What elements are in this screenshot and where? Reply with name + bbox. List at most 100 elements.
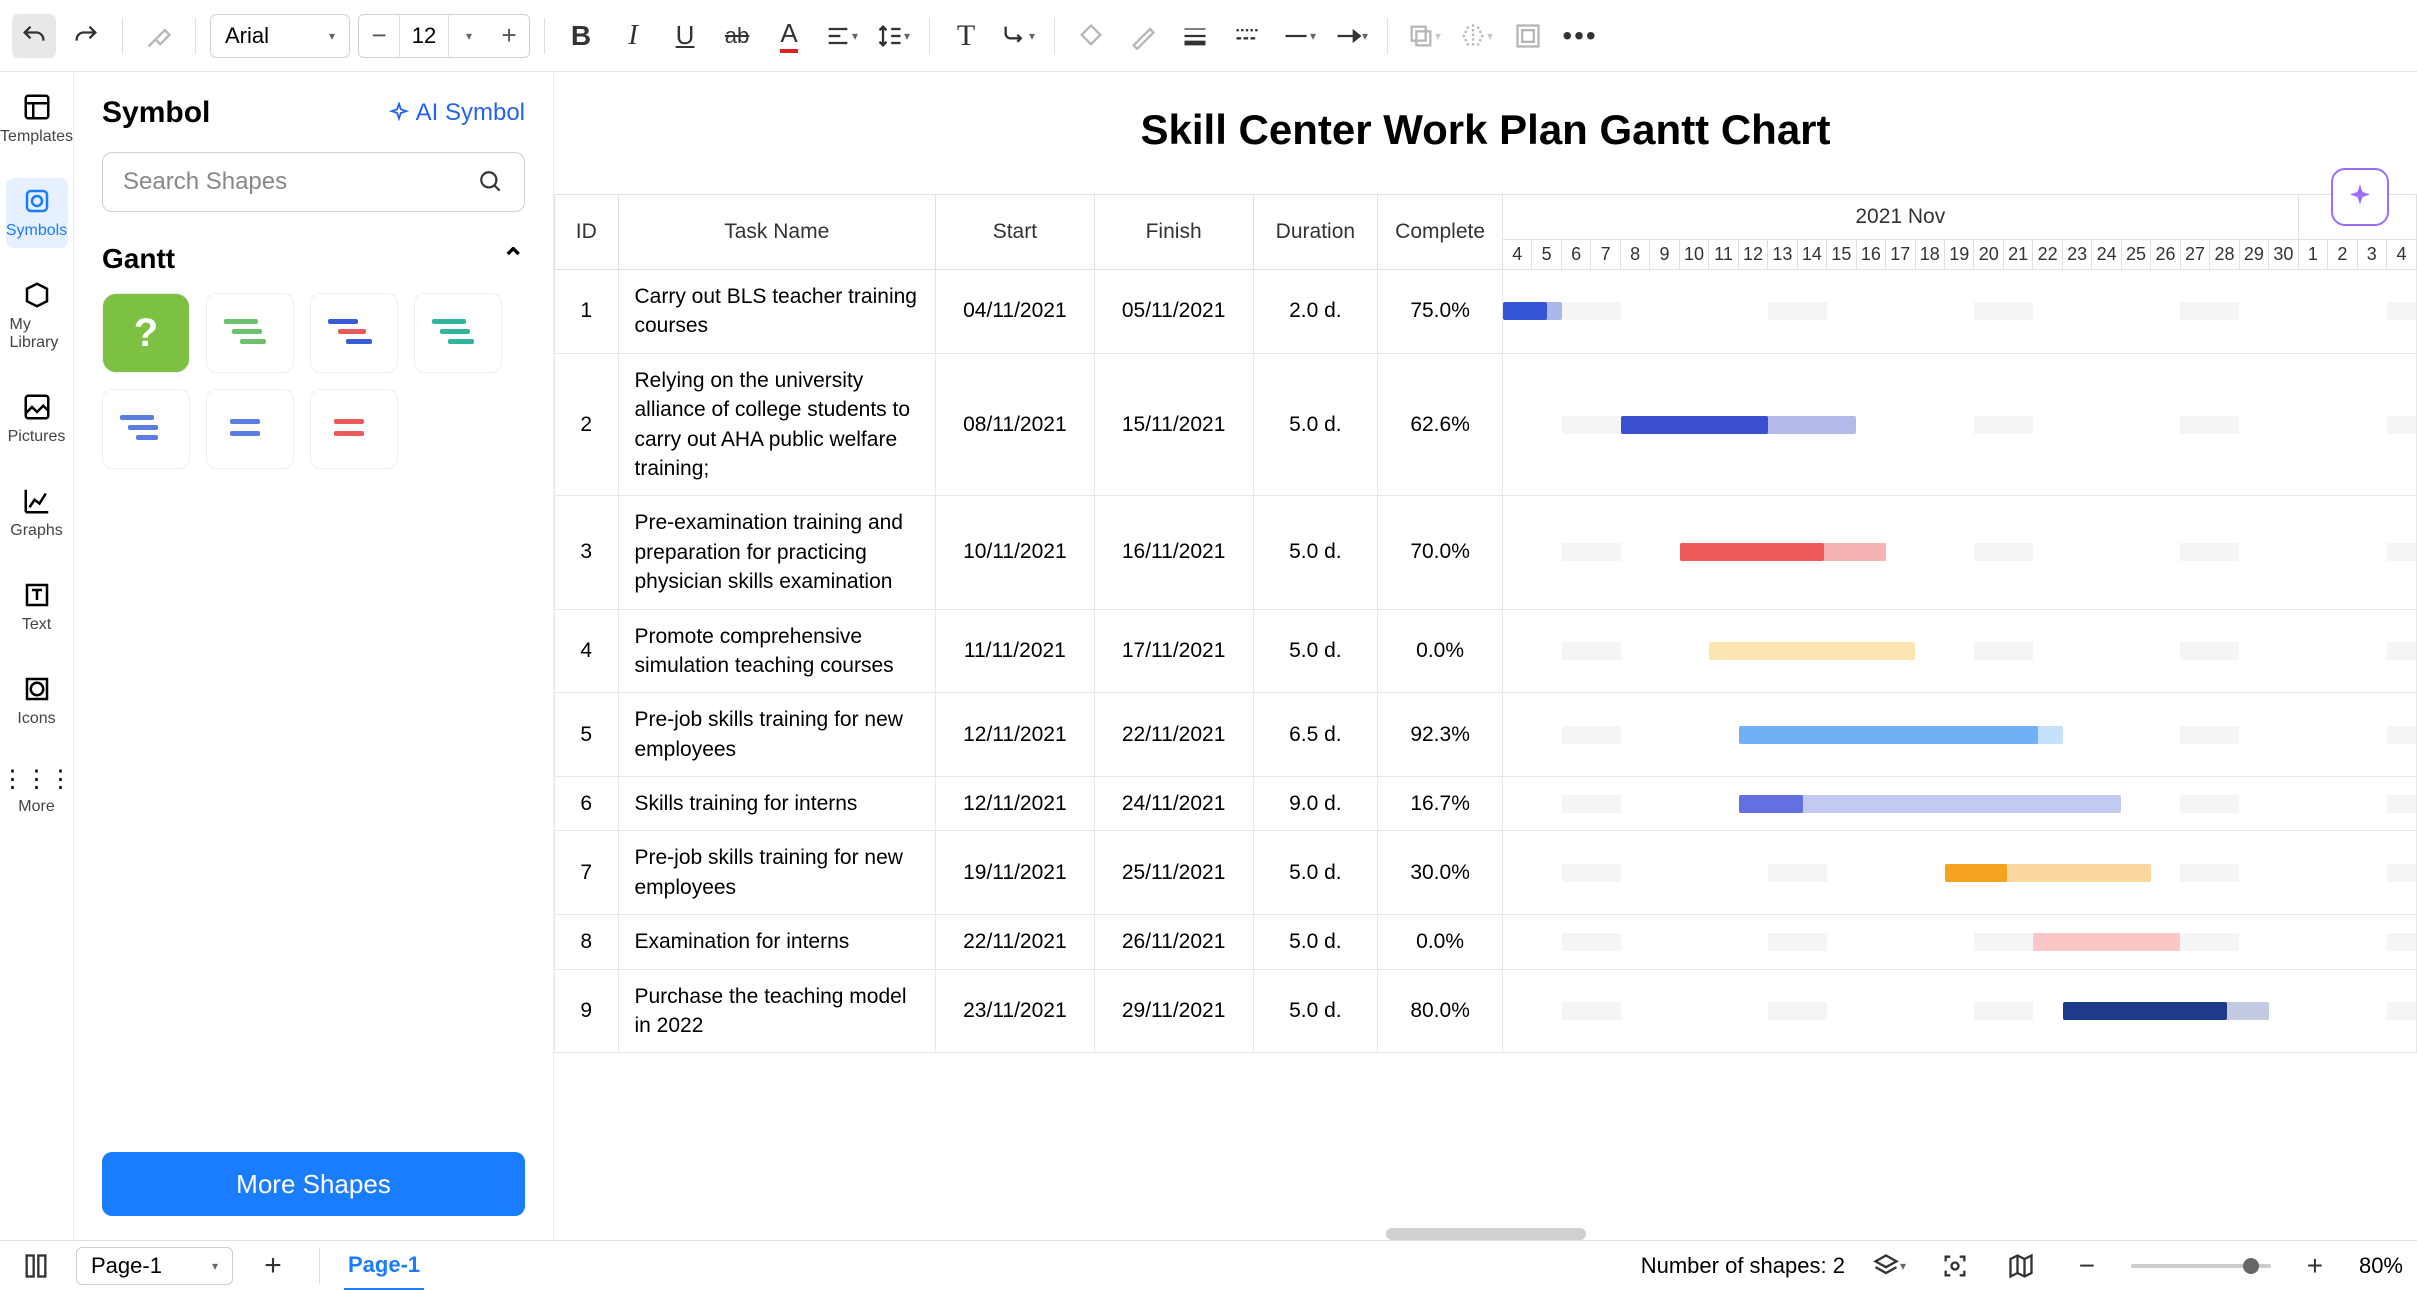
day-header: 1 — [2298, 240, 2327, 270]
gantt-bar[interactable] — [1945, 864, 2151, 882]
font-family-value: Arial — [225, 23, 269, 49]
gantt-bar[interactable] — [2063, 1002, 2269, 1020]
text-tool-button[interactable]: T — [944, 14, 988, 58]
cell-finish: 05/11/2021 — [1094, 270, 1253, 354]
gantt-bar[interactable] — [1739, 726, 2063, 744]
cell-task-name: Carry out BLS teacher training courses — [618, 270, 936, 354]
line-style-button[interactable]: ▾ — [1277, 14, 1321, 58]
line-spacing-button[interactable]: ▾ — [871, 14, 915, 58]
gantt-chart[interactable]: Skill Center Work Plan Gantt Chart ID Ta… — [554, 72, 2417, 1240]
cell-finish: 16/11/2021 — [1094, 496, 1253, 609]
section-header-gantt[interactable]: Gantt ⌃ — [102, 242, 525, 275]
gantt-bar[interactable] — [1621, 416, 1857, 434]
layer-button[interactable]: ▾ — [1402, 14, 1446, 58]
rail-library[interactable]: My Library — [6, 272, 68, 360]
rail-graphs[interactable]: Graphs — [6, 478, 68, 548]
fill-button[interactable] — [1069, 14, 1113, 58]
shape-tile-gantt-4[interactable] — [102, 389, 190, 469]
timeline-cell — [1502, 831, 2416, 915]
focus-button[interactable] — [1933, 1244, 1977, 1288]
zoom-out-button[interactable]: − — [2065, 1244, 2109, 1288]
shape-tile-gantt-6[interactable] — [310, 389, 398, 469]
canvas[interactable]: Skill Center Work Plan Gantt Chart ID Ta… — [554, 72, 2417, 1240]
rail-pictures[interactable]: Pictures — [6, 384, 68, 454]
day-header: 4 — [2387, 240, 2417, 270]
font-size-value[interactable]: 12 — [399, 15, 449, 57]
font-size-decrease[interactable]: − — [359, 15, 399, 57]
layers-button[interactable]: ▾ — [1867, 1244, 1911, 1288]
search-shapes-input[interactable]: Search Shapes — [102, 152, 525, 212]
cell-id: 1 — [555, 270, 619, 354]
more-shapes-button[interactable]: More Shapes — [102, 1152, 525, 1216]
day-header: 4 — [1502, 240, 1531, 270]
task-row[interactable]: 4 Promote comprehensive simulation teach… — [555, 609, 2417, 693]
more-options-button[interactable]: ••• — [1558, 14, 1602, 58]
task-row[interactable]: 5 Pre-job skills training for new employ… — [555, 693, 2417, 777]
day-header: 13 — [1768, 240, 1797, 270]
task-row[interactable]: 1 Carry out BLS teacher training courses… — [555, 270, 2417, 354]
cell-id: 4 — [555, 609, 619, 693]
day-header: 30 — [2269, 240, 2298, 270]
font-size-increase[interactable]: + — [489, 15, 529, 57]
rail-text[interactable]: Text — [6, 572, 68, 642]
rail-more[interactable]: ⋮⋮⋮More — [6, 760, 68, 824]
gantt-bar[interactable] — [1503, 302, 1562, 320]
shape-tile-gantt-3[interactable] — [414, 293, 502, 373]
shape-tile-gantt-2[interactable] — [310, 293, 398, 373]
zoom-in-button[interactable]: + — [2293, 1244, 2337, 1288]
zoom-slider[interactable] — [2131, 1264, 2271, 1268]
shape-tile-gantt-1[interactable] — [206, 293, 294, 373]
cell-task-name: Pre-job skills training for new employee… — [618, 693, 936, 777]
page-tab-1[interactable]: Page-1 — [344, 1242, 424, 1290]
task-row[interactable]: 8 Examination for interns 22/11/2021 26/… — [555, 915, 2417, 969]
cell-start: 22/11/2021 — [936, 915, 1095, 969]
shape-tile-help[interactable]: ? — [102, 293, 190, 373]
page-select[interactable]: Page-1 ▾ — [76, 1247, 233, 1285]
cell-start: 12/11/2021 — [936, 777, 1095, 831]
cell-complete: 70.0% — [1378, 496, 1503, 609]
italic-button[interactable]: I — [611, 14, 655, 58]
page-layout-button[interactable] — [14, 1244, 58, 1288]
day-header: 23 — [2062, 240, 2091, 270]
align-button[interactable]: ▾ — [819, 14, 863, 58]
rail-icons[interactable]: Icons — [6, 666, 68, 736]
horizontal-scrollbar[interactable] — [1386, 1228, 1586, 1240]
gantt-bar[interactable] — [1680, 543, 1886, 561]
dash-style-button[interactable] — [1225, 14, 1269, 58]
map-view-button[interactable] — [1999, 1244, 2043, 1288]
redo-button[interactable] — [64, 14, 108, 58]
font-color-button[interactable]: A — [767, 14, 811, 58]
font-size-dropdown[interactable]: ▾ — [449, 15, 489, 57]
day-header: 28 — [2210, 240, 2239, 270]
bold-button[interactable]: B — [559, 14, 603, 58]
group-button[interactable] — [1506, 14, 1550, 58]
strikethrough-button[interactable]: ab — [715, 14, 759, 58]
rail-templates[interactable]: Templates — [6, 84, 68, 154]
font-family-select[interactable]: Arial ▾ — [210, 14, 350, 58]
task-row[interactable]: 3 Pre-examination training and preparati… — [555, 496, 2417, 609]
ai-symbol-button[interactable]: AI Symbol — [388, 99, 525, 127]
stroke-color-button[interactable] — [1121, 14, 1165, 58]
arrow-style-button[interactable]: ▾ — [1329, 14, 1373, 58]
task-row[interactable]: 2 Relying on the university alliance of … — [555, 353, 2417, 496]
gantt-bar[interactable] — [1739, 795, 2122, 813]
add-page-button[interactable]: + — [251, 1244, 295, 1288]
connector-button[interactable]: ▾ — [996, 14, 1040, 58]
task-row[interactable]: 9 Purchase the teaching model in 2022 23… — [555, 969, 2417, 1053]
flip-button[interactable]: ▾ — [1454, 14, 1498, 58]
rail-symbols[interactable]: Symbols — [6, 178, 68, 248]
gantt-bar[interactable] — [2033, 933, 2180, 951]
task-row[interactable]: 6 Skills training for interns 12/11/2021… — [555, 777, 2417, 831]
undo-button[interactable] — [12, 14, 56, 58]
format-painter-button[interactable] — [137, 14, 181, 58]
day-header: 21 — [2003, 240, 2032, 270]
shapes-count-label: Number of shapes: 2 — [1641, 1253, 1845, 1279]
underline-button[interactable]: U — [663, 14, 707, 58]
ai-assistant-button[interactable] — [2331, 168, 2389, 226]
task-row[interactable]: 7 Pre-job skills training for new employ… — [555, 831, 2417, 915]
timeline-cell — [1502, 777, 2416, 831]
timeline-cell — [1502, 496, 2416, 609]
gantt-bar[interactable] — [1709, 642, 1915, 660]
shape-tile-gantt-5[interactable] — [206, 389, 294, 469]
line-weight-button[interactable] — [1173, 14, 1217, 58]
